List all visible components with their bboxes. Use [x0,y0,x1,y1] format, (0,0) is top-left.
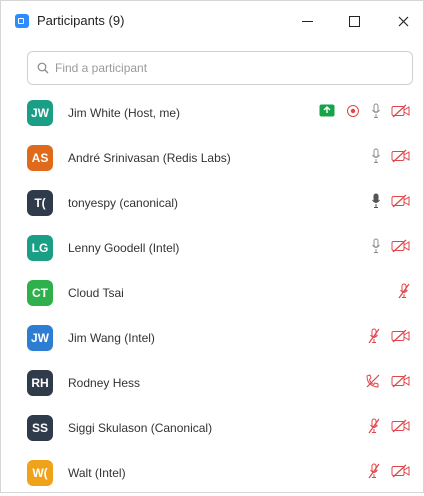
mic-icon[interactable] [371,238,381,259]
participant-row[interactable]: JW Jim Wang (Intel) [1,316,423,361]
mic-muted-icon[interactable] [367,328,381,349]
mic-muted-icon[interactable] [367,418,381,439]
avatar: JW [27,100,53,126]
participant-row[interactable]: CT Cloud Tsai [1,271,423,316]
video-off-icon[interactable] [391,239,411,258]
participant-status-icons [319,103,411,123]
avatar: W( [27,460,53,486]
participant-row[interactable]: W( Walt (Intel) [1,451,423,496]
participant-status-icons [371,148,411,168]
phone-muted-icon[interactable] [365,373,381,394]
video-off-icon[interactable] [391,374,411,393]
video-off-icon[interactable] [391,419,411,438]
mic-active-icon[interactable] [371,193,381,214]
video-off-icon[interactable] [391,464,411,483]
search-icon [37,62,49,74]
close-button[interactable] [389,9,417,33]
participant-row[interactable]: JW Jim White (Host, me) [1,91,423,136]
avatar: T( [27,190,53,216]
participant-row[interactable]: AS André Srinivasan (Redis Labs) [1,136,423,181]
participant-status-icons [371,238,411,258]
participant-name: Cloud Tsai [68,286,124,300]
search-box[interactable] [27,51,413,85]
mic-icon[interactable] [371,103,381,124]
video-off-icon[interactable] [391,104,411,123]
video-off-icon[interactable] [391,194,411,213]
mic-muted-icon[interactable] [367,463,381,484]
mic-icon[interactable] [371,148,381,169]
window-title: Participants (9) [37,13,125,28]
participant-name: Siggi Skulason (Canonical) [68,421,213,435]
maximize-icon [348,15,360,27]
avatar: SS [27,415,53,441]
participant-row[interactable]: SS Siggi Skulason (Canonical) [1,406,423,451]
participant-name: Lenny Goodell (Intel) [68,241,180,255]
participant-row[interactable]: LG Lenny Goodell (Intel) [1,226,423,271]
participant-name: Jim White (Host, me) [68,106,181,120]
search-input[interactable] [53,60,397,76]
mic-muted-icon[interactable] [397,283,411,304]
participant-status-icons [371,193,411,213]
title-bar: Participants (9) [1,1,423,41]
participant-status-icons [367,463,411,483]
participant-status-icons [367,328,411,348]
video-off-icon[interactable] [391,329,411,348]
minimize-button[interactable] [293,9,321,33]
screen-share-icon [319,104,335,122]
participant-status-icons [367,418,411,438]
participant-row[interactable]: T( tonyespy (canonical) [1,181,423,226]
avatar: CT [27,280,53,306]
avatar: LG [27,235,53,261]
participant-status-icons [365,373,411,393]
participants-window: Participants (9) JW Jim White (Host, me) A… [0,0,424,493]
participant-status-icons [397,283,411,303]
participant-row[interactable]: RH Rodney Hess [1,361,423,406]
video-off-icon[interactable] [391,149,411,168]
participant-name: Walt (Intel) [68,466,126,480]
participant-name: Rodney Hess [68,376,141,390]
record-icon [345,104,361,123]
participant-name: André Srinivasan (Redis Labs) [68,151,231,165]
avatar: RH [27,370,53,396]
avatar: JW [27,325,53,351]
participant-name: tonyespy (canonical) [68,196,179,210]
zoom-icon [15,14,29,28]
close-icon [398,16,408,26]
maximize-button[interactable] [340,9,368,33]
minimize-icon [301,20,313,22]
participant-name: Jim Wang (Intel) [68,331,155,345]
avatar: AS [27,145,53,171]
